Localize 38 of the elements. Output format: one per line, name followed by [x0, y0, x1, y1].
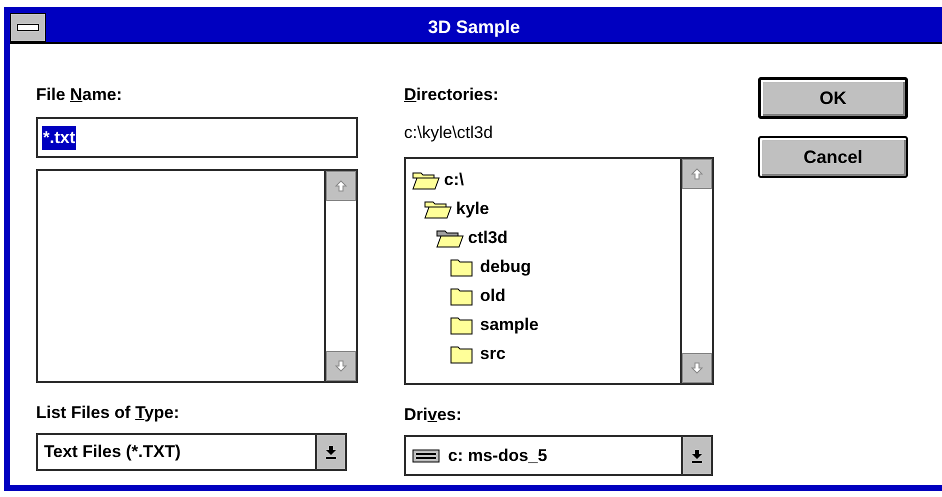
list-files-type-label: List Files of Type:	[36, 403, 180, 423]
open-folder-icon	[412, 170, 440, 190]
scroll-down-button[interactable]	[326, 351, 356, 381]
dropdown-arrow-icon	[325, 445, 337, 459]
dropdown-button[interactable]	[681, 437, 711, 474]
directory-item[interactable]: sample	[480, 314, 539, 334]
dropdown-button[interactable]	[315, 435, 345, 469]
scrollbar[interactable]	[324, 171, 356, 381]
directory-item[interactable]: old	[480, 286, 506, 306]
directory-item[interactable]: kyle	[456, 198, 490, 218]
down-arrow-icon	[690, 361, 704, 375]
window-title: 3D Sample	[426, 17, 522, 38]
directory-item[interactable]: c:\	[444, 170, 464, 190]
drives-label: Drives:	[404, 405, 462, 425]
dialog-button[interactable]: Cancel	[758, 136, 908, 178]
file-type-dropdown[interactable]: Text Files (*.TXT)	[36, 433, 347, 471]
dialog-button[interactable]: OK	[758, 77, 908, 119]
system-menu-button[interactable]	[10, 13, 46, 42]
directory-item[interactable]: ctl3d	[468, 228, 508, 248]
scroll-up-button[interactable]	[326, 171, 356, 201]
open-folder-icon	[424, 198, 452, 218]
directories-label: Directories:	[404, 85, 498, 105]
file-name-field[interactable]: *.txt	[36, 117, 358, 158]
scrollbar[interactable]	[680, 159, 712, 383]
file-name-label: File Name:	[36, 85, 122, 105]
down-arrow-icon	[334, 359, 348, 373]
file-list[interactable]	[36, 169, 358, 383]
drive-icon	[412, 448, 440, 462]
scroll-down-button[interactable]	[682, 353, 712, 383]
scroll-up-button[interactable]	[682, 159, 712, 189]
up-arrow-icon	[334, 179, 348, 193]
up-arrow-icon	[690, 167, 704, 181]
dropdown-arrow-icon	[691, 448, 703, 462]
directory-item[interactable]: src	[480, 344, 506, 364]
current-folder-icon	[436, 228, 464, 248]
drive-dropdown[interactable]: c: ms-dos_5	[404, 435, 713, 476]
current-path: c:\kyle\ctl3d	[404, 123, 493, 143]
directory-item[interactable]: debug	[480, 256, 531, 276]
